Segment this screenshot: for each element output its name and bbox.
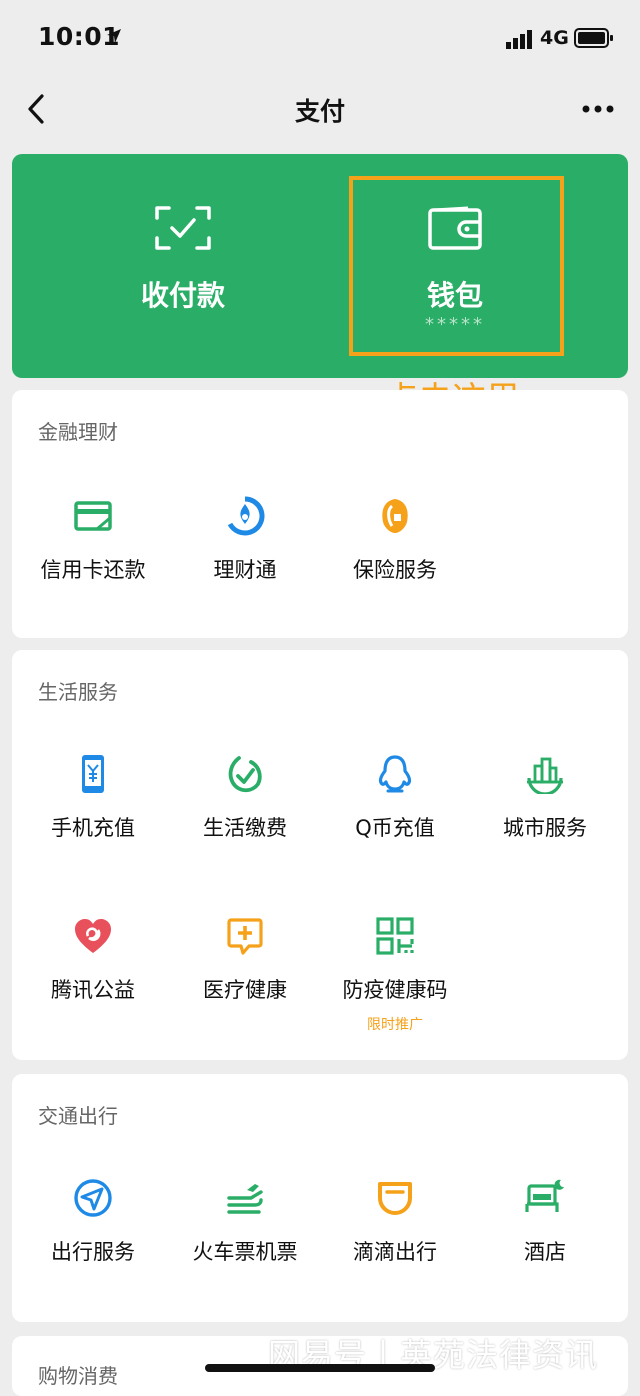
section-finance: 金融理财 信用卡还款 理财通 保险服务	[12, 390, 628, 638]
hotel-item[interactable]: 酒店	[470, 1178, 620, 1308]
more-options-icon[interactable]	[578, 96, 618, 122]
section-title: 交通出行	[38, 1104, 118, 1128]
network-label: 4G	[540, 27, 569, 49]
highlight-box	[349, 176, 564, 356]
navigation-icon	[74, 1179, 112, 1217]
promo-badge: 限时推广	[367, 1017, 423, 1033]
health-code-item[interactable]: 防疫健康码 限时推广	[320, 916, 470, 1046]
section-life-services: 生活服务 手机充值 生活缴费 Q币充值 城市服务 腾讯公益 医疗健康 防疫健康码…	[12, 650, 628, 1060]
scan-check-icon	[155, 206, 211, 250]
train-plane-icon	[227, 1184, 263, 1214]
signal-icon	[506, 30, 532, 49]
item-label: 出行服务	[51, 1240, 135, 1264]
credit-card-repay-item[interactable]: 信用卡还款	[18, 496, 168, 626]
receive-pay-button[interactable]: 收付款	[12, 154, 354, 378]
credit-card-icon	[74, 501, 112, 531]
item-label: 生活缴费	[203, 816, 287, 840]
item-label: 腾讯公益	[51, 978, 135, 1002]
item-label: 理财通	[213, 558, 277, 582]
wealth-icon	[227, 496, 265, 536]
status-bar: 10:01 4G	[0, 0, 640, 76]
didi-ride-item[interactable]: 滴滴出行	[320, 1178, 470, 1308]
utility-bill-item[interactable]: 生活缴费	[170, 754, 320, 884]
charity-heart-icon	[75, 919, 111, 953]
city-services-item[interactable]: 城市服务	[470, 754, 620, 884]
item-label: 手机充值	[51, 816, 135, 840]
item-label: 防疫健康码	[342, 978, 448, 1002]
item-label: 医疗健康	[203, 978, 287, 1002]
medical-icon	[227, 918, 263, 955]
item-label: 信用卡还款	[40, 558, 146, 582]
item-label: 城市服务	[503, 816, 587, 840]
item-label: Q币充值	[355, 816, 435, 840]
q-coin-topup-item[interactable]: Q币充值	[320, 754, 470, 884]
item-label: 保险服务	[353, 558, 437, 582]
travel-service-item[interactable]: 出行服务	[18, 1178, 168, 1308]
insurance-item[interactable]: 保险服务	[320, 496, 470, 626]
tencent-charity-item[interactable]: 腾讯公益	[18, 916, 168, 1046]
item-label: 滴滴出行	[353, 1240, 437, 1264]
page-title: 支付	[294, 97, 345, 126]
receive-pay-label: 收付款	[140, 279, 225, 312]
hotel-bed-icon	[525, 1179, 564, 1212]
nav-bar: 支付	[0, 76, 640, 142]
utility-bill-icon	[228, 756, 262, 793]
item-label: 酒店	[524, 1240, 566, 1264]
qq-penguin-icon	[378, 755, 412, 793]
wealth-management-item[interactable]: 理财通	[170, 496, 320, 626]
item-label: 火车票机票	[192, 1240, 298, 1264]
medical-health-item[interactable]: 医疗健康	[170, 916, 320, 1046]
qr-code-icon	[376, 917, 414, 955]
phone-topup-item[interactable]: 手机充值	[18, 754, 168, 884]
section-transport: 交通出行 出行服务 火车票机票 滴滴出行 酒店	[12, 1074, 628, 1322]
location-arrow-icon	[107, 29, 121, 43]
phone-topup-icon	[82, 755, 104, 793]
section-title: 金融理财	[38, 420, 118, 444]
insurance-icon	[382, 499, 408, 533]
city-services-icon	[527, 757, 563, 794]
section-title: 生活服务	[38, 680, 118, 704]
home-indicator[interactable]	[205, 1364, 435, 1372]
train-plane-tickets-item[interactable]: 火车票机票	[170, 1178, 320, 1308]
didi-icon	[378, 1182, 412, 1215]
battery-icon	[574, 28, 613, 48]
